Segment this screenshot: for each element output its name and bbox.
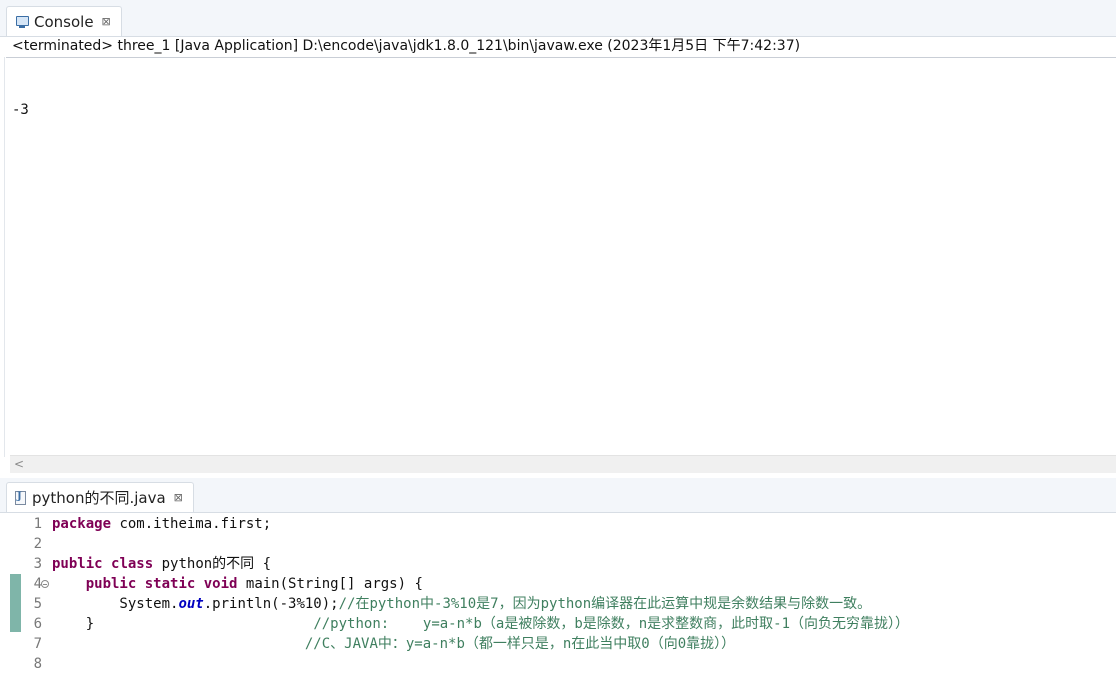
code-text: System.: [52, 596, 179, 612]
code-comment: //在python中-3%10是7，因为python编译器在此运算中规是余数结果…: [338, 596, 872, 612]
line-number: 7: [33, 636, 42, 652]
keyword: package: [52, 516, 112, 532]
close-icon[interactable]: ⊠: [102, 16, 111, 27]
code-line-1[interactable]: package com.itheima.first;: [52, 514, 271, 534]
console-tab[interactable]: Console ⊠: [6, 6, 122, 36]
line-number: 5: [33, 596, 42, 612]
code-line-7[interactable]: //C、JAVA中：y=a-n*b（都一样只是，n在此当中取0（向0靠拢））: [52, 634, 735, 654]
java-file-icon: J: [15, 490, 26, 505]
java-editor: J python的不同.java ⊠ 1 2 3 4 5 6 7 8 packa…: [0, 478, 1116, 672]
keyword: void: [203, 576, 238, 592]
close-icon[interactable]: ⊠: [174, 492, 183, 503]
editor-tab-bar: J python的不同.java ⊠: [0, 478, 1116, 513]
line-number: 6: [33, 616, 42, 632]
code-line-3[interactable]: public class python的不同 {: [52, 554, 271, 574]
change-marker: [10, 574, 21, 632]
console-left-border: [4, 57, 5, 457]
code-line-4[interactable]: public static void main(String[] args) {: [52, 574, 423, 594]
console-horizontal-scrollbar[interactable]: <: [10, 455, 1116, 473]
code-text: main(String[] args) {: [237, 576, 423, 592]
static-field: out: [178, 596, 204, 612]
line-number: 2: [33, 536, 42, 552]
console-view: Console ⊠ <terminated> three_1 [Java App…: [0, 0, 1116, 476]
editor-tab-label: python的不同.java: [32, 489, 166, 507]
code-text: python的不同 {: [153, 556, 272, 572]
console-output-line: -3: [12, 102, 29, 118]
code-line-6[interactable]: } //python: y=a-n*b（a是被除数，b是除数，n是求整数商，此时…: [52, 614, 909, 634]
keyword: public: [52, 556, 103, 572]
line-number: 3: [33, 556, 42, 572]
code-comment: //C、JAVA中：y=a-n*b（都一样只是，n在此当中取0（向0靠拢））: [304, 636, 736, 652]
line-number: 8: [33, 656, 42, 672]
code-text: .println(-3%10);: [203, 596, 339, 612]
code-line-5[interactable]: System.out.println(-3%10);//在python中-3%1…: [52, 594, 871, 614]
code-comment: //python: y=a-n*b（a是被除数，b是除数，n是求整数商，此时取-…: [313, 616, 910, 632]
editor-tab-python-java[interactable]: J python的不同.java ⊠: [6, 482, 194, 512]
console-divider: [6, 57, 1116, 58]
scroll-left-arrow-icon[interactable]: <: [14, 456, 24, 473]
line-number: 1: [33, 516, 42, 532]
keyword: public: [85, 576, 137, 592]
console-icon: [15, 15, 29, 29]
code-text: }: [52, 616, 95, 632]
fold-toggle-icon[interactable]: [41, 580, 49, 588]
console-output[interactable]: -3: [12, 60, 46, 160]
keyword: static: [144, 576, 196, 592]
line-number: 4: [33, 576, 42, 592]
console-tab-label: Console: [34, 12, 94, 31]
code-text: com.itheima.first;: [111, 516, 272, 532]
console-status-line: <terminated> three_1 [Java Application] …: [12, 38, 801, 54]
keyword: class: [111, 556, 154, 572]
console-tab-bar: Console ⊠: [0, 0, 1116, 37]
